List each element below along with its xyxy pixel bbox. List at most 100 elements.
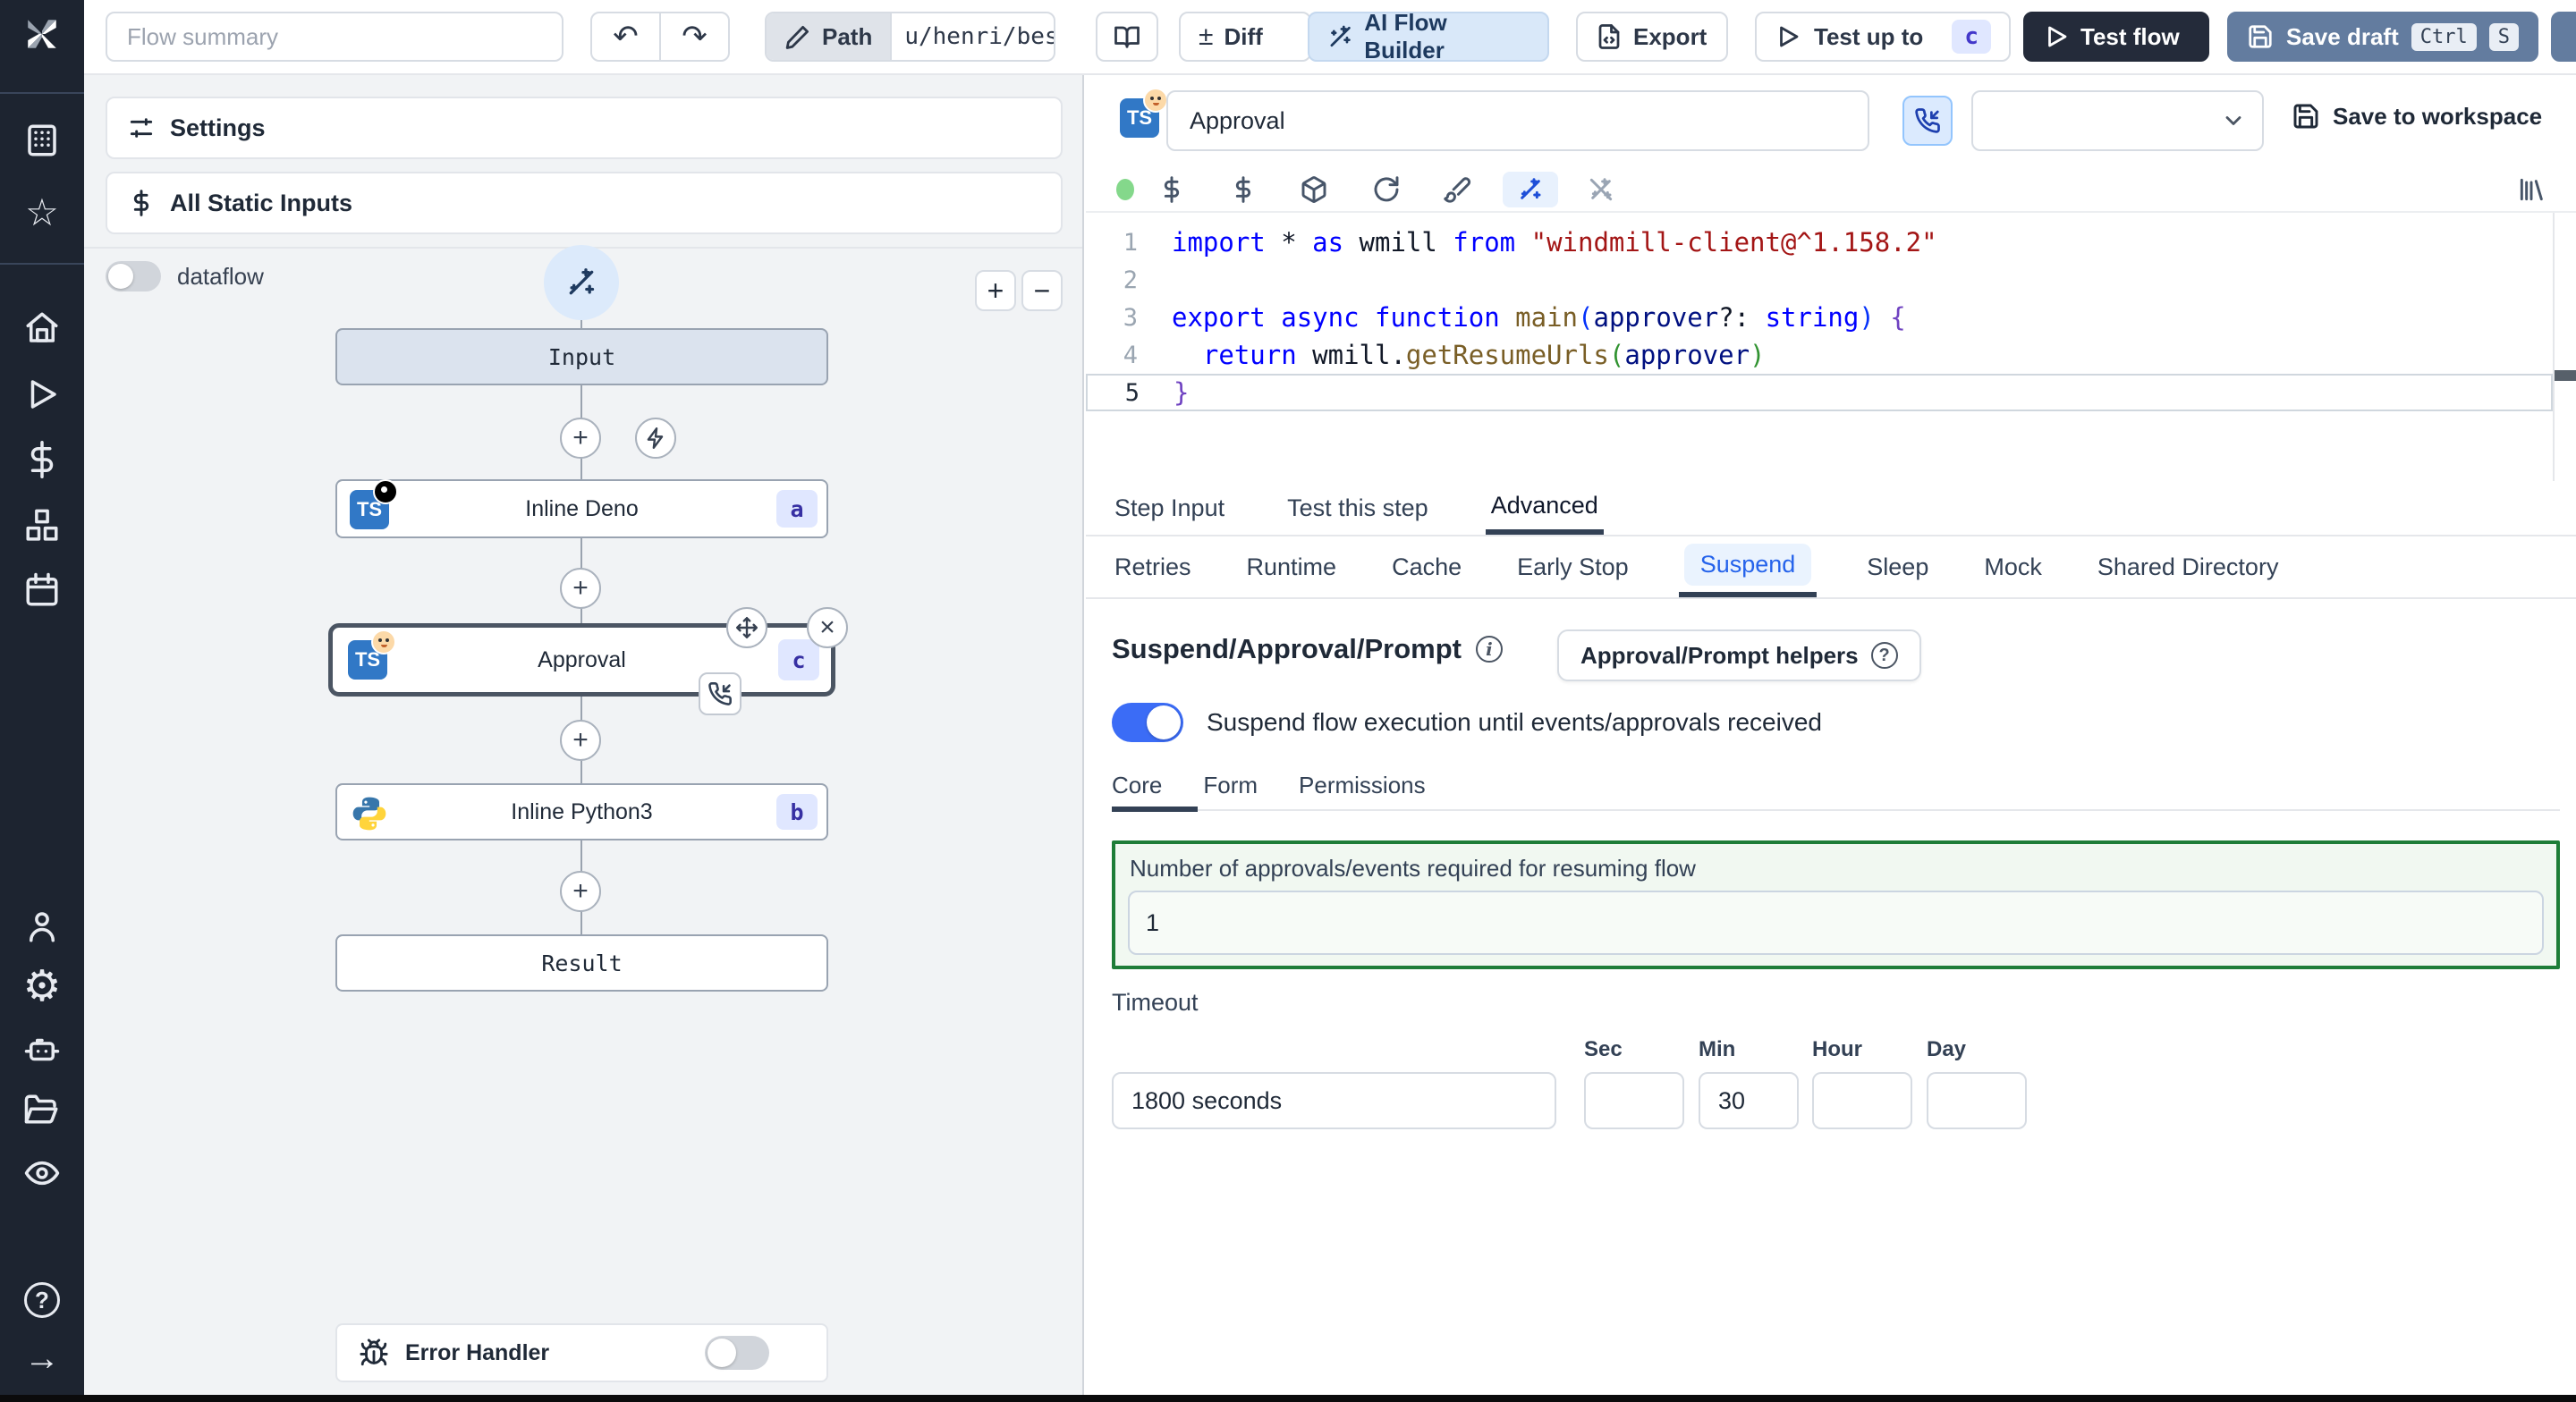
move-node-button[interactable] [726,607,767,648]
favorites-star-icon[interactable]: ☆ [0,191,84,234]
add-step-button[interactable]: + [560,418,601,459]
workspace-building-icon[interactable] [0,119,84,162]
runs-play-icon[interactable] [0,373,84,416]
audit-eye-icon[interactable] [0,1152,84,1195]
add-trigger-zap-button[interactable] [635,418,676,459]
ai-assist-off-icon[interactable] [1583,172,1619,207]
all-static-inputs-button[interactable]: All Static Inputs [106,172,1063,234]
variables-dollar-icon[interactable] [0,438,84,481]
step-name-input[interactable]: Approval [1166,90,1869,151]
timeout-day-input[interactable] [1927,1072,2027,1129]
code-editor[interactable]: 1 import * as wmill from "windmill-client… [1086,213,2576,481]
users-person-icon[interactable] [0,905,84,948]
tab-step-input[interactable]: Step Input [1109,481,1230,535]
subtab-cache[interactable]: Cache [1386,536,1467,597]
collapse-sidebar-arrow-icon[interactable]: → [0,1337,84,1380]
tab-core[interactable]: Core [1112,772,1162,799]
code-line[interactable]: 5} [1086,374,2553,411]
undo-redo-group: ↶ ↷ [590,12,730,62]
error-handler-toggle[interactable] [705,1336,769,1370]
zoom-out-button[interactable]: − [1021,270,1063,311]
all-static-inputs-label: All Static Inputs [170,189,353,216]
variable-dollar-icon[interactable] [1154,172,1190,207]
tab-advanced[interactable]: Advanced [1485,481,1604,535]
unit-label-sec: Sec [1584,1037,1623,1061]
format-brush-icon[interactable] [1439,172,1475,207]
settings-gear-icon[interactable]: ⚙ [0,966,84,1009]
windmill-logo-icon[interactable] [0,13,84,55]
code-line[interactable]: 3 export async function main(approver?: s… [1086,299,2553,336]
home-icon[interactable] [0,307,84,350]
help-icon[interactable]: ? [0,1279,84,1322]
library-icon[interactable] [2513,172,2549,207]
resource-dollar-icon[interactable] [1225,172,1261,207]
error-handler-node[interactable]: Error Handler [335,1323,828,1382]
test-flow-button[interactable]: Test flow [2023,12,2209,62]
zoom-in-button[interactable]: + [975,270,1016,311]
info-icon[interactable]: i [1475,636,1503,663]
path-button[interactable]: Path u/henri/bes [765,12,1055,62]
flow-settings-button[interactable]: Settings [106,97,1063,159]
flow-summary-placeholder: Flow summary [127,22,279,50]
subtab-shared-directory[interactable]: Shared Directory [2092,536,2284,597]
save-to-workspace-button[interactable]: Save to workspace [2292,102,2542,131]
code-line[interactable]: 4 return wmill.getResumeUrls(approver) [1086,336,2553,374]
template-select[interactable] [1971,90,2264,151]
subtab-runtime[interactable]: Runtime [1241,536,1343,597]
reload-icon[interactable] [1368,172,1404,207]
diff-button[interactable]: ± Diff [1179,12,1311,62]
graph-node-input[interactable]: Input [335,328,828,385]
editor-scrollbar-thumb[interactable] [2555,370,2576,381]
subtab-early-stop[interactable]: Early Stop [1512,536,1634,597]
deploy-button-partial[interactable] [2551,12,2576,62]
suspend-toggle-label: Suspend flow execution until events/appr… [1207,708,1822,736]
code-line[interactable]: 2 [1086,261,2553,299]
timeout-min-input[interactable]: 30 [1699,1072,1799,1129]
dataflow-toggle[interactable] [106,261,161,291]
suspend-toggle[interactable] [1112,703,1183,742]
workers-robot-icon[interactable] [0,1028,84,1071]
tab-permissions[interactable]: Permissions [1299,772,1426,799]
timeout-hour-input[interactable] [1812,1072,1912,1129]
ai-step-wand-button[interactable] [544,245,619,320]
schedules-calendar-icon[interactable] [0,569,84,612]
flow-summary-input[interactable]: Flow summary [106,12,564,62]
test-up-to-step-badge: c [1952,20,1991,54]
timeout-seconds-input[interactable]: 1800 seconds [1112,1072,1556,1129]
magic-wand-icon [569,268,595,295]
undo-icon[interactable]: ↶ [592,19,659,55]
subtab-suspend[interactable]: Suspend [1678,536,1818,597]
tab-test-this-step[interactable]: Test this step [1282,481,1434,535]
subtab-mock[interactable]: Mock [1979,536,2047,597]
export-button[interactable]: Export [1576,12,1728,62]
step-id-badge: c [778,639,819,680]
play-outline-icon [2048,26,2067,47]
approvals-required-field: Number of approvals/events required for … [1112,840,2560,969]
add-step-button[interactable]: + [560,568,601,609]
graph-node-inline-python[interactable]: Inline Python3 b [335,783,828,840]
subtab-retries[interactable]: Retries [1109,536,1197,597]
graph-node-result[interactable]: Result [335,934,828,992]
approvals-required-input[interactable]: 1 [1128,891,2544,955]
add-step-button[interactable]: + [560,871,601,912]
subtab-sleep[interactable]: Sleep [1861,536,1934,597]
redo-icon[interactable]: ↷ [661,19,728,55]
ai-flow-builder-button[interactable]: AI Flow Builder [1308,9,1549,63]
tab-form[interactable]: Form [1203,772,1258,799]
add-step-button[interactable]: + [560,720,601,761]
resources-boxes-icon[interactable] [0,504,84,547]
step-name-value: Approval [1190,106,1285,134]
suspend-phone-button[interactable] [1902,96,1953,146]
code-line[interactable]: 1 import * as wmill from "windmill-client… [1086,224,2553,261]
folders-icon[interactable] [0,1089,84,1132]
approval-prompt-helpers-button[interactable]: Approval/Prompt helpers ? [1557,629,1921,681]
suspend-phone-badge[interactable] [699,672,741,715]
graph-node-inline-deno[interactable]: TS Inline Deno a [335,479,828,538]
test-up-to-button[interactable]: Test up to c [1755,12,2011,62]
delete-node-button[interactable]: × [807,607,848,648]
ai-assist-wand-icon[interactable] [1503,172,1558,207]
save-draft-button[interactable]: Save draft Ctrl S [2227,12,2538,62]
package-icon[interactable] [1296,172,1332,207]
docs-button[interactable] [1096,12,1158,62]
timeout-sec-input[interactable] [1584,1072,1684,1129]
